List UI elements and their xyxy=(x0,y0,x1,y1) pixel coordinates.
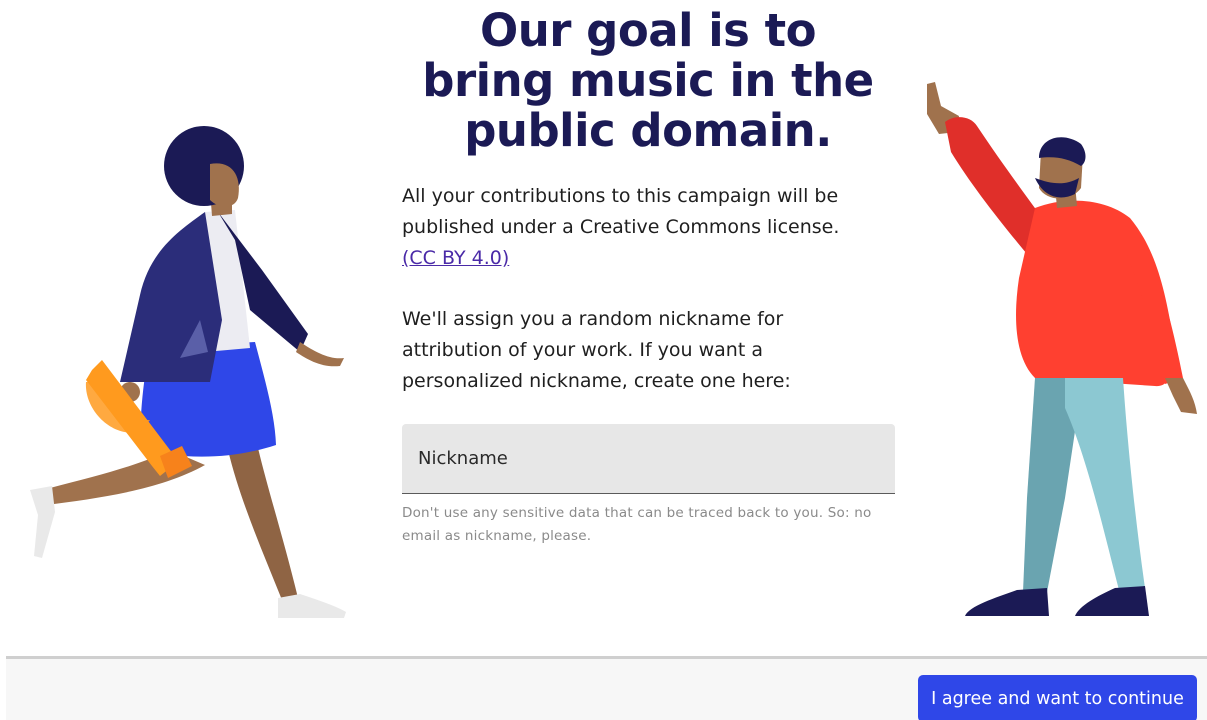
page-title-line-3: public domain. xyxy=(464,104,832,157)
agree-continue-button[interactable]: I agree and want to continue xyxy=(918,675,1197,720)
consent-page: Our goal is to bring music in the public… xyxy=(0,0,1207,720)
nickname-input[interactable] xyxy=(402,424,895,494)
nickname-helper-text: Don't use any sensitive data that can be… xyxy=(402,505,872,544)
footer-bar: I agree and want to continue xyxy=(6,656,1207,720)
page-title: Our goal is to bring music in the public… xyxy=(378,6,918,156)
nickname-explanation: We'll assign you a random nickname for a… xyxy=(402,308,791,392)
woman-with-trumpet-illustration xyxy=(30,126,346,618)
license-notice: All your contributions to this campaign … xyxy=(402,181,882,274)
license-link[interactable]: (CC BY 4.0) xyxy=(402,243,882,274)
page-title-line-2: bring music in the xyxy=(422,54,874,107)
man-waving-illustration xyxy=(927,82,1197,616)
page-title-line-1: Our goal is to xyxy=(479,4,817,57)
license-text: All your contributions to this campaign … xyxy=(402,185,840,238)
